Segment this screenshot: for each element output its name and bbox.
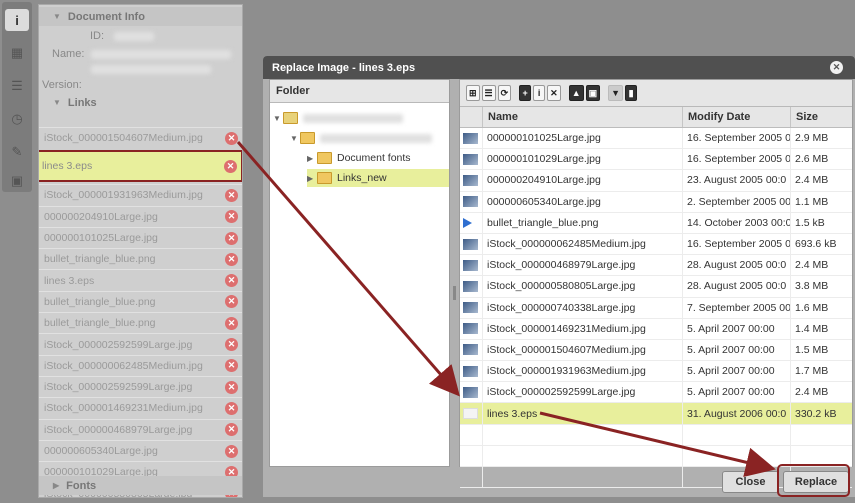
annotation-arrows xyxy=(236,141,776,478)
arrow-to-file xyxy=(236,141,460,397)
arrow-to-replace xyxy=(539,411,776,478)
